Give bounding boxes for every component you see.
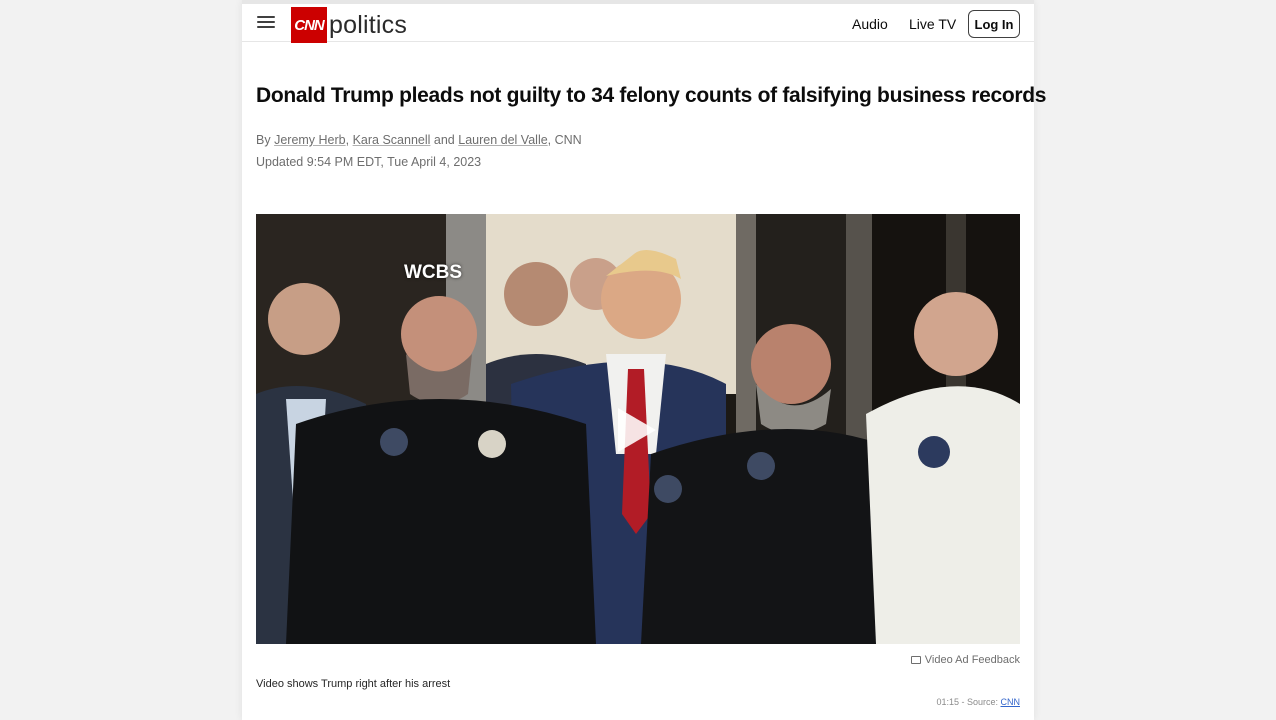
hamburger-menu-icon[interactable] [257, 13, 275, 29]
byline-and: and [433, 133, 455, 147]
byline-prefix: By [256, 133, 271, 147]
video-ad-feedback[interactable]: Video Ad Feedback [910, 654, 1020, 666]
video-player[interactable]: WCBS [256, 214, 1020, 644]
feedback-icon [910, 656, 921, 664]
article-headline: Donald Trump pleads not guilty to 34 fel… [256, 84, 1047, 107]
page: CNN politics Audio Live TV Log In Donald… [242, 0, 1047, 720]
source-link[interactable]: CNN [1001, 697, 1021, 707]
author-link[interactable]: Lauren del Valle [458, 133, 547, 147]
section-name: politics [329, 10, 408, 39]
login-button[interactable]: Log In [968, 10, 1020, 38]
source-prefix: - Source: [958, 697, 1001, 707]
video-duration: 01:15 [936, 697, 959, 707]
cnn-logo-box: CNN [291, 7, 327, 43]
nav-link-audio[interactable]: Audio [852, 16, 888, 32]
video-caption: Video shows Trump right after his arrest [256, 678, 451, 690]
byline: By Jeremy Herb, Kara Scannell and Lauren… [256, 133, 582, 147]
author-link[interactable]: Kara Scannell [353, 133, 431, 147]
byline-outlet: , CNN [547, 133, 582, 147]
nav-link-live-tv[interactable]: Live TV [909, 16, 956, 32]
author-link[interactable]: Jeremy Herb [274, 133, 346, 147]
article-timestamp: Updated 9:54 PM EDT, Tue April 4, 2023 [256, 155, 482, 169]
play-icon[interactable] [618, 408, 656, 452]
cnn-politics-logo[interactable]: CNN politics [291, 7, 407, 43]
wcbs-watermark: WCBS [404, 262, 463, 283]
top-navigation-bar: CNN politics Audio Live TV Log In [242, 0, 1034, 43]
video-meta: 01:15 - Source: CNN [936, 697, 1020, 707]
byline-separator: , [345, 133, 350, 147]
feedback-label: Video Ad Feedback [924, 654, 1020, 666]
